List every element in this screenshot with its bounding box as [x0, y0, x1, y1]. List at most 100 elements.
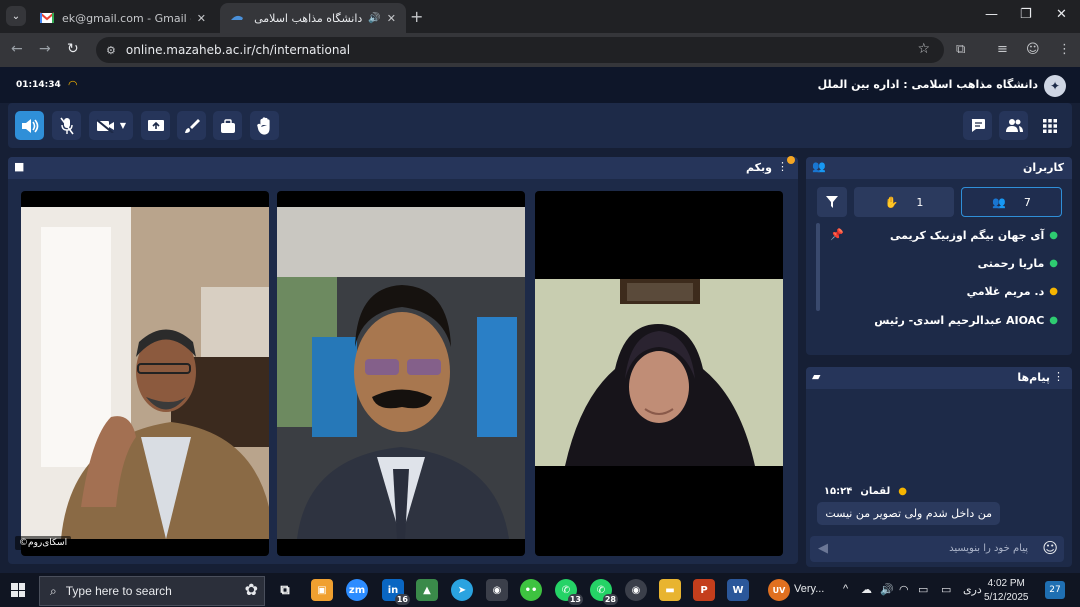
bookmark-star-icon[interactable]: ☆ [917, 41, 930, 57]
maximize-icon[interactable]: ❐ [1020, 7, 1032, 22]
chrome-icon[interactable]: ◉ [486, 579, 508, 601]
raise-hand-button[interactable] [250, 111, 279, 140]
time-text: 4:02 PM [987, 578, 1025, 589]
session-timer: 01:14:34 [16, 80, 61, 90]
language-indicator[interactable]: دری [963, 583, 982, 596]
store-icon[interactable]: ▣ [311, 579, 333, 601]
task-view-icon[interactable]: ⧉ [274, 579, 296, 601]
volume-icon[interactable]: 🔊 [880, 583, 894, 596]
tray-chevron-icon[interactable]: ^ [843, 583, 848, 595]
users-toggle-button[interactable] [999, 111, 1028, 140]
whatsapp-business-icon[interactable]: ✆ 28 [590, 579, 618, 605]
display-icon[interactable]: ▭ [941, 583, 951, 596]
taskbar-search[interactable]: ⌕ Type here to search ✿ [39, 576, 265, 606]
battery-icon[interactable]: ▭ [918, 583, 928, 596]
close-tab-icon[interactable]: ✕ [197, 12, 206, 25]
chat-toggle-button[interactable] [963, 111, 992, 140]
files-button[interactable] [213, 111, 242, 140]
file-explorer-icon[interactable]: ▬ [659, 579, 681, 601]
user-name: عبدالرحیم اسدی- رئیس AIOAC [874, 313, 1045, 327]
microphone-button[interactable] [52, 111, 81, 140]
video-tile[interactable] [21, 191, 269, 556]
close-tab-icon[interactable]: ✕ [387, 12, 396, 25]
whatsapp-icon[interactable]: ✆ 13 [555, 579, 583, 605]
tab-mazaheb[interactable]: دانشگاه مذاهب اسلامی - ادار 🔊 ✕ [220, 3, 406, 33]
list-item[interactable]: د. مریم غلامي ● [967, 280, 1058, 302]
notification-center-icon[interactable]: 27 [1045, 581, 1065, 599]
menu-dots-icon[interactable]: ⋮ [1058, 42, 1071, 57]
powerpoint-icon[interactable]: P [693, 579, 715, 601]
tab-all-users[interactable]: 👥 7 [961, 187, 1062, 217]
speaker-icon[interactable]: 🔊 [368, 13, 380, 24]
word-icon[interactable]: W [727, 579, 749, 601]
filter-icon [826, 196, 838, 208]
forward-icon[interactable]: → [39, 41, 51, 57]
weather-icon[interactable]: UV [768, 579, 790, 601]
message-meta: ۱۵:۲۴ لقمان ● [824, 486, 907, 497]
clock[interactable]: 4:02 PM 5/12/2025 [984, 577, 1029, 605]
photos-icon[interactable]: ▲ [416, 579, 438, 601]
share-screen-button[interactable] [141, 111, 170, 140]
notification-dot [787, 156, 795, 164]
whiteboard-button[interactable] [177, 111, 206, 140]
start-button[interactable] [11, 583, 25, 597]
messages-panel: ▰ پیام‌ها ⋮ ۱۵:۲۴ لقمان ● من داخل شدم ول… [806, 367, 1072, 567]
windows-taskbar: ⌕ Type here to search ✿ ⧉ ▣ zm in 16 ▲ ➤… [0, 573, 1080, 607]
close-window-icon[interactable]: ✕ [1056, 7, 1067, 22]
panel-menu-icon[interactable]: ⋮ [777, 160, 788, 173]
control-bar: ▼ [8, 103, 1072, 148]
list-item[interactable]: ماریا رحمتی ● [978, 252, 1058, 274]
search-placeholder: Type here to search [65, 584, 172, 598]
chrome-profile-icon[interactable]: ◉ [625, 579, 647, 601]
list-item[interactable]: آی جهان بیگم اوزبیک کریمی ● [890, 224, 1058, 246]
profile-icon[interactable]: ☺ [1026, 42, 1040, 57]
minimize-icon[interactable]: — [985, 7, 998, 22]
camera-button[interactable]: ▼ [89, 111, 133, 140]
skyroom-watermark: ©اسکای‌روم [15, 536, 72, 550]
address-bar[interactable]: ⚙ online.mazaheb.ac.ir/ch/international … [96, 37, 944, 63]
send-icon[interactable]: ◀ [818, 541, 828, 556]
reload-icon[interactable]: ↻ [67, 41, 79, 57]
site-info-icon[interactable]: ⚙ [106, 44, 116, 57]
users-scrollbar[interactable] [816, 223, 820, 311]
user-host-icon: ● [1049, 285, 1058, 297]
linkedin-icon[interactable]: in 16 [382, 579, 410, 605]
new-tab-button[interactable]: + [410, 7, 423, 26]
whatsapp-business-badge: 28 [602, 594, 618, 605]
telegram-icon[interactable]: ➤ [451, 579, 473, 601]
tab-raised-hands[interactable]: ✋ 1 [854, 187, 954, 217]
list-item[interactable]: عبدالرحیم اسدی- رئیس AIOAC ● [874, 309, 1058, 331]
users-icon: 👥 [812, 160, 826, 173]
filter-button[interactable] [817, 187, 847, 217]
video-tile[interactable] [277, 191, 525, 556]
page-title: دانشگاه مذاهب اسلامی : اداره بین الملل [817, 78, 1038, 91]
browser-tab-strip: ⌄ ek@gmail.com - Gmail - جلسه ✕ دانشگاه … [0, 0, 1080, 33]
network-icon[interactable]: ◠ [899, 583, 909, 596]
webcam-panel: ■ وبکم ⋮ [8, 156, 798, 564]
gmail-icon [40, 12, 54, 23]
tab-search-button[interactable]: ⌄ [6, 6, 26, 26]
duolingo-icon[interactable]: •• [520, 579, 542, 601]
panel-menu-icon[interactable]: ⋮ [1053, 370, 1064, 383]
linkedin-badge: 16 [394, 594, 410, 605]
emoji-icon[interactable]: ☺ [1042, 539, 1058, 557]
media-control-icon[interactable]: ≡ [997, 42, 1008, 57]
hand-icon [256, 116, 270, 135]
zoom-icon[interactable]: zm [346, 579, 368, 601]
tab-gmail[interactable]: ek@gmail.com - Gmail - جلسه ✕ [30, 3, 216, 33]
speaker-button[interactable] [15, 111, 44, 140]
sender-icon: ● [898, 486, 907, 497]
back-icon[interactable]: ← [11, 41, 23, 57]
participant-video [21, 207, 269, 539]
message-input[interactable]: ◀ پیام خود را بنویسید ☺ [810, 536, 1064, 562]
cloud-icon[interactable]: ☁ [861, 583, 872, 596]
extensions-icon[interactable]: ⧉ [956, 42, 965, 57]
pin-icon[interactable]: 📌 [830, 228, 844, 241]
apps-menu-button[interactable] [1035, 111, 1064, 140]
search-icon: ⌕ [50, 583, 57, 598]
speaker-icon [21, 118, 38, 133]
user-name: د. مریم غلامي [966, 284, 1045, 298]
weather-label[interactable]: Very... [794, 583, 824, 595]
video-tile[interactable] [535, 191, 783, 556]
users-panel-header: 👥 کاربران [806, 157, 1072, 179]
